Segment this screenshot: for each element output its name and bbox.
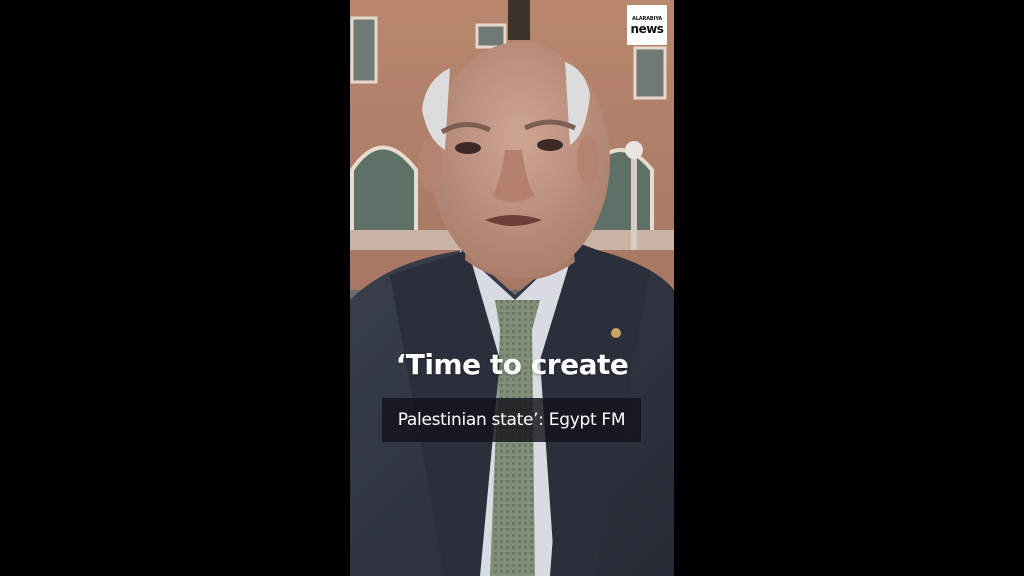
caption-line-1: ‘Time to create bbox=[395, 348, 629, 381]
caption-line-2: Palestinian state’: Egypt FM bbox=[382, 398, 641, 442]
ear-right bbox=[577, 135, 599, 185]
logo-bottom-text: news bbox=[630, 21, 664, 36]
eye-left bbox=[455, 142, 481, 154]
eye-right bbox=[537, 139, 563, 151]
alarabiya-news-logo: ALARABIYA news bbox=[627, 5, 667, 45]
video-frame: ALARABIYA news ‘Time to create Palestini… bbox=[350, 0, 674, 576]
video-scene bbox=[350, 0, 674, 576]
ear-left bbox=[418, 139, 442, 191]
caption-line-2-text: Palestinian state’: Egypt FM bbox=[397, 410, 626, 430]
tree-trunk bbox=[508, 0, 530, 40]
lapel-pin bbox=[611, 328, 621, 338]
